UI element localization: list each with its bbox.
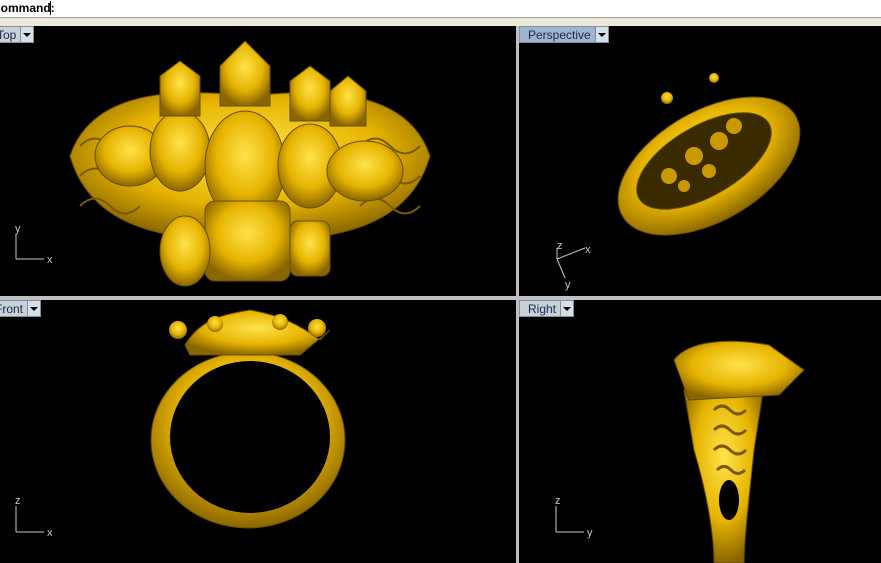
command-bar: Command:	[0, 0, 881, 18]
command-input[interactable]	[50, 1, 875, 15]
axis-icon	[15, 506, 44, 533]
viewport-top[interactable]: Top y x	[0, 26, 516, 296]
ring-perspective-view: z x y	[556, 73, 801, 291]
viewport-perspective[interactable]: Perspective z x y	[519, 26, 881, 296]
axis-label-x: x	[47, 254, 53, 266]
toolbar-strip	[0, 18, 881, 26]
viewport-right[interactable]: Right z y	[519, 300, 881, 563]
axis-icon	[15, 234, 44, 260]
ring-front-view: z x	[15, 309, 346, 539]
axis-label-z: z	[15, 495, 21, 507]
axis-icon	[555, 506, 584, 533]
axis-label-y: y	[565, 279, 571, 291]
axis-label-y: y	[15, 223, 21, 235]
axis-label-x: x	[47, 527, 53, 539]
viewport-splitter-horizontal[interactable]	[0, 296, 881, 300]
axis-label-y: y	[587, 527, 593, 539]
axis-icon	[556, 247, 586, 279]
viewport-splitter-vertical[interactable]	[516, 26, 519, 563]
ring-right-view: z y	[555, 340, 805, 563]
ring-top-view: y x	[15, 40, 431, 287]
axis-label-z: z	[557, 240, 563, 252]
axis-label-x: x	[585, 244, 591, 256]
command-label: Command:	[0, 1, 55, 15]
viewport-front[interactable]: Front z x	[0, 300, 516, 563]
axis-label-z: z	[555, 495, 561, 507]
